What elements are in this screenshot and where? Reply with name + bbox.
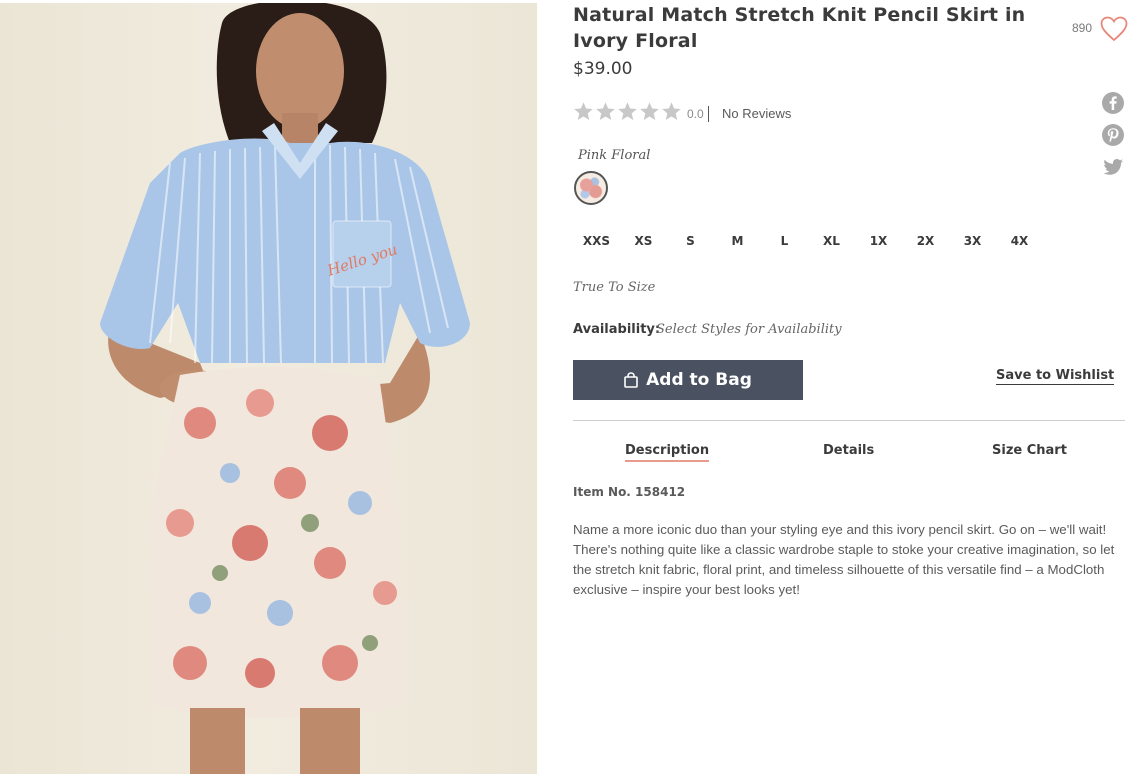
star-icon (640, 102, 659, 120)
size-option-xs[interactable]: XS (620, 233, 667, 249)
star-icon (574, 102, 593, 120)
save-to-wishlist-link[interactable]: Save to Wishlist (996, 368, 1115, 385)
shopping-bag-icon (624, 372, 638, 388)
size-option-4x[interactable]: 4X (996, 233, 1043, 249)
size-option-l[interactable]: L (761, 233, 808, 249)
product-image[interactable]: Hello you (0, 3, 537, 774)
facebook-icon[interactable] (1101, 91, 1125, 115)
section-divider (573, 420, 1125, 421)
heart-icon[interactable] (1100, 16, 1128, 42)
size-option-xl[interactable]: XL (808, 233, 855, 249)
color-swatch-pink-floral[interactable] (574, 171, 608, 205)
star-icon (618, 102, 637, 120)
size-option-3x[interactable]: 3X (949, 233, 996, 249)
size-selector: XXS XS S M L XL 1X 2X 3X 4X (573, 233, 1043, 249)
rating-stars (573, 101, 682, 122)
product-price: $39.00 (573, 59, 633, 79)
availability-label: Availability: (573, 322, 661, 337)
twitter-icon[interactable] (1101, 155, 1125, 179)
tab-details[interactable]: Details (823, 443, 874, 459)
size-option-2x[interactable]: 2X (902, 233, 949, 249)
rating-value: 0.0 (687, 106, 709, 122)
product-description: Name a more iconic duo than your styling… (573, 522, 1115, 597)
star-icon (662, 102, 681, 120)
add-to-bag-button[interactable]: Add to Bag (573, 360, 803, 400)
size-option-m[interactable]: M (714, 233, 761, 249)
fit-note: True To Size (573, 280, 656, 295)
add-to-bag-label: Add to Bag (646, 370, 752, 390)
selected-color-name: Pink Floral (578, 148, 651, 163)
item-number: Item No. 158412 (573, 485, 686, 499)
size-option-1x[interactable]: 1X (855, 233, 902, 249)
tab-description[interactable]: Description (625, 443, 710, 462)
tab-size-chart[interactable]: Size Chart (992, 443, 1067, 459)
reviews-link[interactable]: No Reviews (722, 106, 791, 122)
favorite-count: 890 (1072, 21, 1093, 35)
availability-value: Select Styles for Availability (656, 322, 842, 337)
star-icon (596, 102, 615, 120)
product-title: Natural Match Stretch Knit Pencil Skirt … (573, 4, 1026, 52)
size-option-s[interactable]: S (667, 233, 714, 249)
size-option-xxs[interactable]: XXS (573, 233, 620, 249)
pinterest-icon[interactable] (1101, 123, 1125, 147)
model-illustration: Hello you (100, 3, 470, 774)
